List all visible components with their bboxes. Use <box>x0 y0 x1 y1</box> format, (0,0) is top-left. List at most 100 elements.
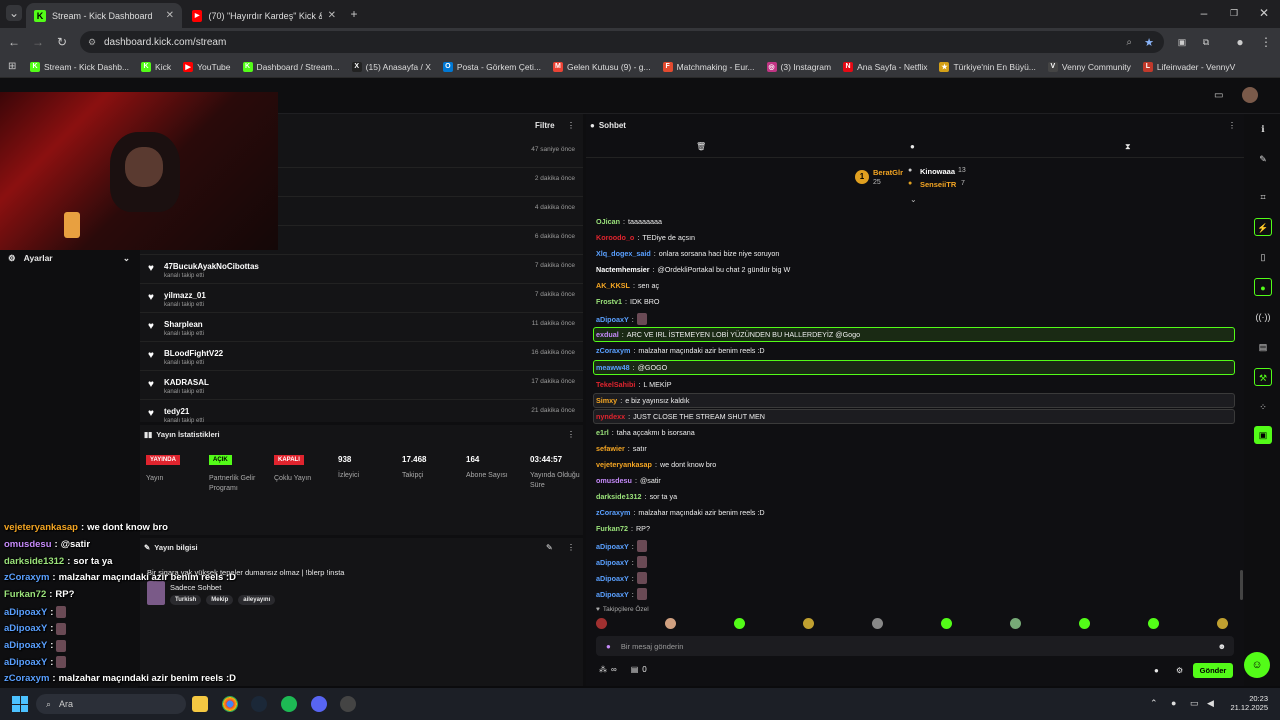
gifter-1-name[interactable]: BeratGlr <box>873 168 903 177</box>
bookmark-star-icon[interactable]: ★ <box>1144 36 1154 49</box>
chat-input[interactable]: ● Bir mesaj gönderin ☻ <box>596 636 1234 656</box>
pencil-icon[interactable]: ✎ <box>1254 150 1272 168</box>
tools-icon[interactable]: ⚒ <box>1254 368 1272 386</box>
settings-menu-item[interactable]: ⚙ Ayarlar ⌄ <box>8 252 130 264</box>
chat-username[interactable]: zCoraxym <box>596 508 630 517</box>
tab-search-button[interactable]: ⌄ <box>6 5 22 21</box>
activity-username[interactable]: tedy21 <box>164 407 189 416</box>
extensions-puzzle-icon[interactable]: ⧉ <box>1198 34 1214 50</box>
mic-icon[interactable]: ● <box>606 642 611 651</box>
site-info-icon[interactable]: ⚙ <box>88 37 96 48</box>
chat-username[interactable]: TekelSahibi <box>596 380 635 389</box>
chrome-icon[interactable] <box>222 696 238 712</box>
obs-icon[interactable] <box>340 696 356 712</box>
chat-username[interactable]: aDipoaxY <box>596 558 629 567</box>
zoom-icon[interactable]: ⌕ <box>1126 37 1132 48</box>
expand-gifters-icon[interactable]: ⌄ <box>910 195 917 204</box>
emote-icon[interactable] <box>803 618 814 629</box>
emote-icon[interactable] <box>1217 618 1228 629</box>
chat-username[interactable]: omusdesu <box>596 476 632 485</box>
share-icon[interactable]: ⁂ <box>599 665 607 674</box>
clock[interactable]: 20:23 21.12.2025 <box>1230 694 1268 712</box>
close-tab-icon[interactable]: ✕ <box>166 10 174 21</box>
apps-grid-icon[interactable]: ⊞ <box>8 61 16 72</box>
emoji-icon[interactable]: ☻ <box>1218 642 1226 651</box>
minimize-icon[interactable]: – <box>1196 5 1212 21</box>
emote-icon[interactable] <box>596 618 607 629</box>
emote-icon[interactable] <box>941 618 952 629</box>
chat-username[interactable]: aDipoaxY <box>596 590 629 599</box>
game-icon[interactable]: ▣ <box>1254 426 1272 444</box>
info-menu-icon[interactable]: ⋮ <box>567 543 575 552</box>
activity-username[interactable]: KADRASAL <box>164 378 209 387</box>
bookmark-item[interactable]: X (15) Anasayfa / X <box>351 61 431 72</box>
emote-icon[interactable] <box>872 618 883 629</box>
cart-icon[interactable]: ▤ <box>1254 338 1272 356</box>
bookmark-item[interactable]: L Lifeinvader - VennyV <box>1142 61 1235 72</box>
emote-icon[interactable] <box>665 618 676 629</box>
tag-chip[interactable]: aileyayını <box>238 595 276 605</box>
bookmark-item[interactable]: K Stream - Kick Dashb... <box>30 61 129 72</box>
bolt-icon[interactable]: ⚡ <box>1254 218 1272 236</box>
bookmark-item[interactable]: K Kick <box>141 61 171 72</box>
file-explorer-icon[interactable] <box>192 696 208 712</box>
broadcast-icon[interactable]: ((·)) <box>1254 308 1272 326</box>
gifter-2-name[interactable]: Kinowaaa <box>920 167 955 176</box>
tag-chip[interactable]: Turkish <box>170 595 202 605</box>
back-icon[interactable]: ← <box>6 34 22 50</box>
chat-username[interactable]: vejeteryankasap <box>596 460 652 469</box>
user-avatar[interactable] <box>1242 87 1258 103</box>
window-close-icon[interactable]: ✕ <box>1256 5 1272 21</box>
bookmark-item[interactable]: V Venny Community <box>1047 61 1131 72</box>
url-bar[interactable]: ⚙ dashboard.kick.com/stream ⌕ ★ <box>80 31 1164 53</box>
chat-username[interactable]: Simxy <box>596 396 617 405</box>
chat-username[interactable]: zCoraxym <box>596 346 630 355</box>
steam-icon[interactable] <box>251 696 267 712</box>
emote-icon[interactable] <box>734 618 745 629</box>
notifications-icon[interactable]: ▭ <box>1214 90 1223 101</box>
tab-kick-dashboard[interactable]: K Stream - Kick Dashboard ✕ <box>26 3 182 28</box>
message-icon[interactable]: ● <box>910 142 915 151</box>
new-tab-icon[interactable]: + <box>346 6 362 22</box>
spotify-icon[interactable] <box>281 696 297 712</box>
activity-menu-icon[interactable]: ⋮ <box>567 121 575 130</box>
chat-username[interactable]: nyndexx <box>596 412 625 421</box>
browser-menu-icon[interactable]: ⋮ <box>1258 34 1274 50</box>
chat-panel-icon[interactable]: ● <box>1254 278 1272 296</box>
activity-username[interactable]: yilmazz_01 <box>164 291 206 300</box>
filter-button[interactable]: Filtre <box>535 121 555 130</box>
chat-username[interactable]: AK_KKSL <box>596 281 630 290</box>
note-icon[interactable]: ▯ <box>1254 248 1272 266</box>
chat-menu-icon[interactable]: ⋮ <box>1228 121 1236 130</box>
chat-username[interactable]: Xlq_dogex_said <box>596 249 651 258</box>
send-button[interactable]: Gönder <box>1193 663 1233 678</box>
gifter-3-name[interactable]: SenseiiTR <box>920 180 956 189</box>
chat-username[interactable]: sefawier <box>596 444 625 453</box>
discord-icon[interactable] <box>311 696 327 712</box>
activity-username[interactable]: 47BucukAyakNoCibottas <box>164 262 259 271</box>
bookmark-item[interactable]: ▶ YouTube <box>183 61 231 72</box>
microphone-icon[interactable]: ● <box>1171 698 1176 708</box>
taskbar-search[interactable]: ⌕ Ara <box>36 694 186 714</box>
profile-icon[interactable]: ● <box>1232 34 1248 50</box>
chat-username[interactable]: e1rl <box>596 428 609 437</box>
nodes-icon[interactable]: ⁘ <box>1254 398 1272 416</box>
volume-icon[interactable]: ◀ <box>1207 698 1214 709</box>
chat-username[interactable]: OJican <box>596 217 620 226</box>
bookmark-item[interactable]: M Gelen Kutusu (9) - g... <box>552 61 651 72</box>
bookmark-item[interactable]: ★ Türkiye'nin En Büyü... <box>939 61 1036 72</box>
bookmark-item[interactable]: K Dashboard / Stream... <box>242 61 340 72</box>
chat-username[interactable]: Koroodo_o <box>596 233 634 242</box>
hourglass-icon[interactable]: ⧗ <box>1125 142 1131 152</box>
tab-youtube[interactable]: ▶ (70) "Hayırdır Kardeş" Kick & Tw ✕ <box>184 3 344 28</box>
chat-username[interactable]: Nactemhemsier <box>596 265 650 274</box>
reload-icon[interactable]: ↻ <box>54 34 70 50</box>
activity-username[interactable]: Sharplean <box>164 320 203 329</box>
chat-username[interactable]: exdual <box>596 330 619 339</box>
forward-icon[interactable]: → <box>30 34 46 50</box>
extension-icon[interactable]: ▣ <box>1174 34 1190 50</box>
maximize-icon[interactable]: ❐ <box>1226 5 1242 21</box>
chat-settings-icon[interactable]: ⚙ <box>1176 666 1183 675</box>
bookmark-item[interactable]: N Ana Sayfa - Netflix <box>843 61 927 72</box>
tray-chevron-icon[interactable]: ⌃ <box>1150 698 1158 709</box>
